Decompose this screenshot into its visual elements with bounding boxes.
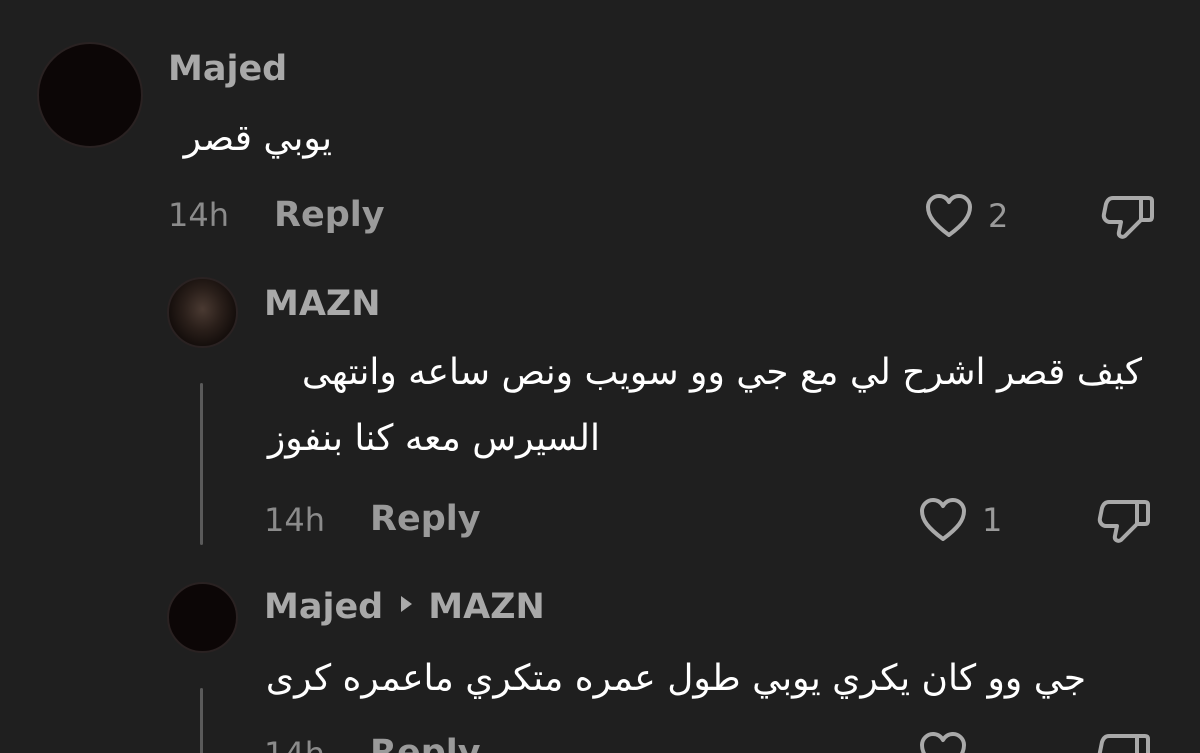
- reply-to-username[interactable]: MAZN: [428, 587, 545, 627]
- comment-username-row: Majed MAZN: [264, 590, 545, 625]
- comment-username[interactable]: Majed: [264, 587, 383, 627]
- dislike-button[interactable]: [1097, 496, 1151, 544]
- heart-icon: [918, 497, 968, 543]
- comment-text: يوبي قصر: [183, 118, 332, 159]
- like-count: 2: [988, 197, 1009, 235]
- reply-button[interactable]: Reply: [370, 736, 481, 753]
- thumbs-down-icon: [1101, 192, 1155, 240]
- avatar[interactable]: [167, 582, 238, 653]
- reply-arrow-icon: [401, 596, 413, 612]
- comment-username[interactable]: MAZN: [264, 287, 381, 322]
- thumbs-down-icon: [1097, 496, 1151, 544]
- heart-icon: [924, 193, 974, 239]
- avatar[interactable]: [167, 277, 238, 348]
- comment-text-line-2: السيرس معه كنا بنفوز: [267, 418, 600, 459]
- dislike-button[interactable]: [1097, 730, 1151, 753]
- like-button[interactable]: 2: [924, 193, 1008, 239]
- like-count: 1: [982, 501, 1003, 539]
- like-button[interactable]: 1: [918, 497, 1002, 543]
- comment-text-line-1: كيف قصر اشرح لي مع جي وو سويب ونص ساعه و…: [301, 352, 1142, 393]
- dislike-button[interactable]: [1101, 192, 1155, 240]
- comment-timestamp: 14h: [264, 738, 325, 753]
- heart-icon: [918, 731, 968, 753]
- comment-timestamp: 14h: [168, 196, 229, 234]
- comment-username[interactable]: Majed: [168, 52, 287, 87]
- reply-button[interactable]: Reply: [370, 502, 481, 537]
- comment-text: جي وو كان يكري يوبي طول عمره متكري ماعمر…: [265, 658, 1086, 699]
- like-button[interactable]: [918, 731, 968, 753]
- reply-button[interactable]: Reply: [274, 198, 385, 233]
- comments-page: Majed يوبي قصر 14h Reply 2 MAZN كيف قصر …: [0, 0, 1200, 753]
- thread-line: [200, 688, 203, 753]
- thread-line: [200, 383, 203, 545]
- avatar[interactable]: [37, 42, 143, 148]
- thumbs-down-icon: [1097, 730, 1151, 753]
- comment-timestamp: 14h: [264, 501, 325, 539]
